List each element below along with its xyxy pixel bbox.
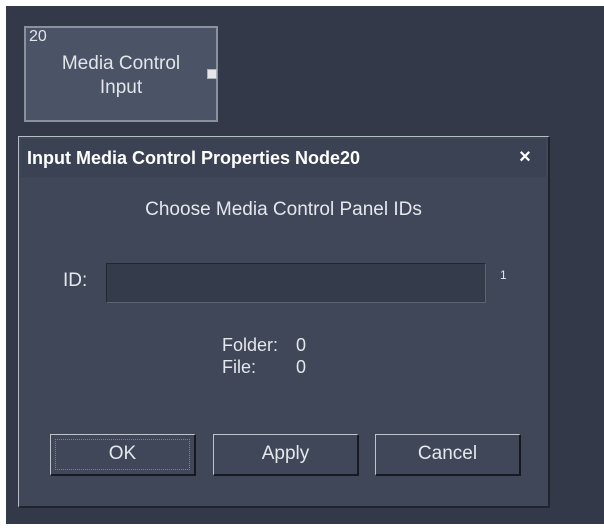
id-label: ID: [63, 270, 88, 291]
node-title: Media Control Input [26, 52, 216, 100]
folder-label: Folder: [222, 335, 279, 355]
apply-button[interactable]: Apply [213, 434, 359, 476]
cancel-button[interactable]: Cancel [375, 434, 521, 476]
node-title-line1: Media Control [61, 53, 181, 74]
file-label: File: [222, 357, 257, 377]
folder-row: Folder: 0 [222, 334, 306, 356]
output-port[interactable] [207, 69, 217, 79]
close-icon[interactable]: × [514, 146, 536, 168]
node-canvas[interactable]: 20 Media Control Input Input Media Contr… [6, 6, 604, 524]
ok-button[interactable]: OK [50, 434, 196, 476]
folder-value: 0 [296, 335, 307, 355]
dialog-titlebar[interactable]: Input Media Control Properties Node20 × [21, 139, 546, 177]
properties-dialog: Input Media Control Properties Node20 × … [18, 136, 550, 508]
id-count: 1 [500, 268, 507, 282]
file-row: File: 0 [222, 356, 306, 378]
node-title-line2: Input [99, 77, 143, 98]
node-id-label: 20 [29, 28, 47, 45]
file-value: 0 [296, 357, 307, 377]
media-control-input-node[interactable]: 20 Media Control Input [24, 26, 218, 122]
dialog-title: Input Media Control Properties Node20 [27, 148, 361, 168]
id-input[interactable] [106, 263, 486, 303]
dialog-heading: Choose Media Control Panel IDs [145, 199, 422, 220]
